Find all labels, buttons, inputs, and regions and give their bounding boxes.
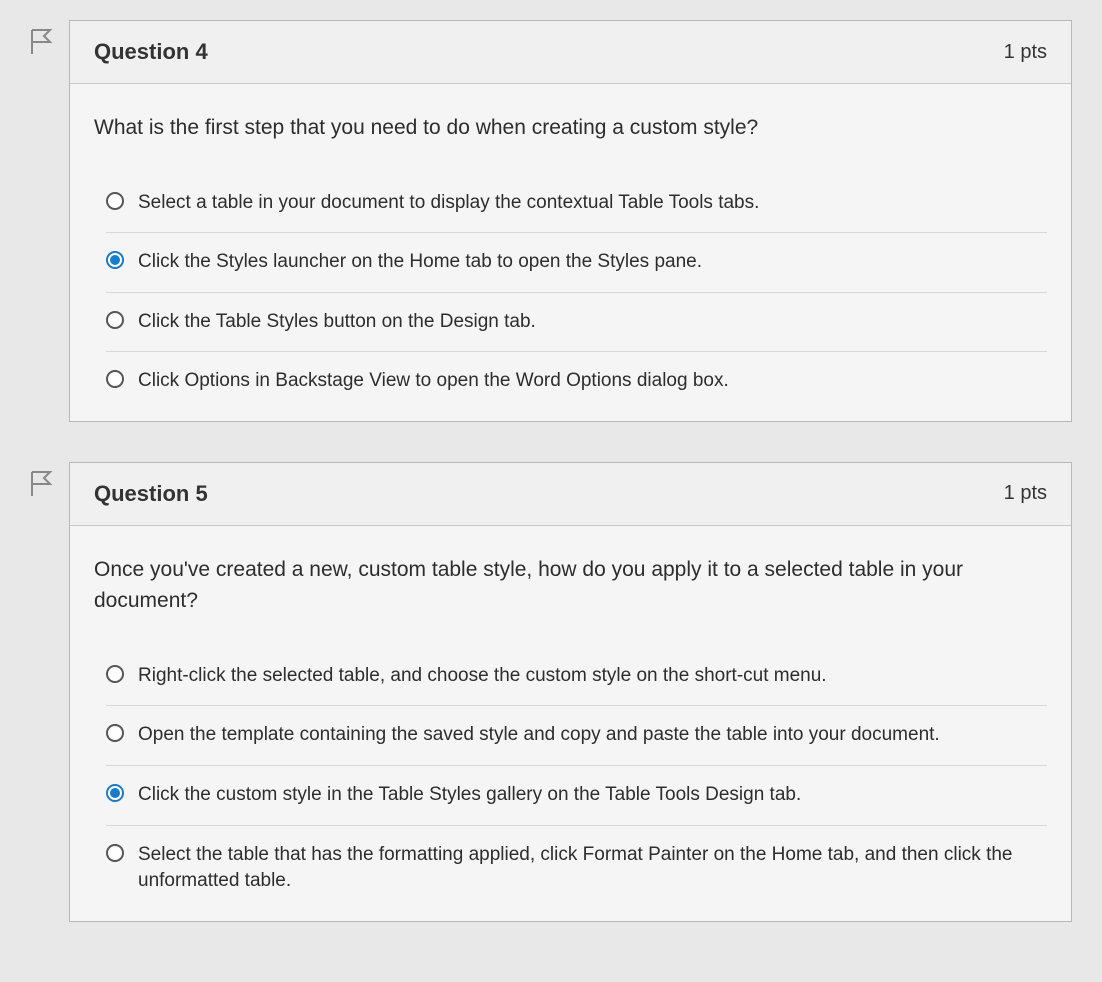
option-row[interactable]: Open the template containing the saved s… <box>106 705 1047 765</box>
question-title: Question 5 <box>94 481 208 507</box>
radio-button[interactable] <box>106 311 124 329</box>
question-body: Once you've created a new, custom table … <box>70 526 1071 921</box>
question-body: What is the first step that you need to … <box>70 84 1071 421</box>
radio-button[interactable] <box>106 370 124 388</box>
question-points: 1 pts <box>1004 41 1047 64</box>
question-prompt: What is the first step that you need to … <box>94 112 1047 144</box>
question-points: 1 pts <box>1004 482 1047 505</box>
question-4-wrapper: Question 4 1 pts What is the first step … <box>30 20 1072 422</box>
option-row[interactable]: Select a table in your document to displ… <box>106 174 1047 233</box>
radio-button[interactable] <box>106 192 124 210</box>
radio-button[interactable] <box>106 844 124 862</box>
option-text: Select a table in your document to displ… <box>138 190 759 217</box>
option-text: Open the template containing the saved s… <box>138 722 940 749</box>
flag-icon[interactable] <box>30 28 54 56</box>
option-text: Click the Table Styles button on the Des… <box>138 309 536 336</box>
option-text: Click Options in Backstage View to open … <box>138 368 729 395</box>
question-header: Question 4 1 pts <box>70 21 1071 84</box>
option-text: Select the table that has the formatting… <box>138 842 1047 895</box>
question-header: Question 5 1 pts <box>70 463 1071 526</box>
option-row[interactable]: Click Options in Backstage View to open … <box>106 351 1047 411</box>
flag-icon[interactable] <box>30 470 54 498</box>
question-5-wrapper: Question 5 1 pts Once you've created a n… <box>30 462 1072 922</box>
question-prompt: Once you've created a new, custom table … <box>94 554 1047 617</box>
radio-button[interactable] <box>106 251 124 269</box>
options-list: Right-click the selected table, and choo… <box>94 647 1047 911</box>
option-text: Click the Styles launcher on the Home ta… <box>138 249 702 276</box>
option-row[interactable]: Click the Table Styles button on the Des… <box>106 292 1047 352</box>
radio-button[interactable] <box>106 784 124 802</box>
option-text: Click the custom style in the Table Styl… <box>138 782 801 809</box>
option-row[interactable]: Click the Styles launcher on the Home ta… <box>106 232 1047 292</box>
option-row[interactable]: Select the table that has the formatting… <box>106 825 1047 911</box>
radio-button[interactable] <box>106 665 124 683</box>
question-card: Question 4 1 pts What is the first step … <box>69 20 1072 422</box>
option-row[interactable]: Right-click the selected table, and choo… <box>106 647 1047 706</box>
question-title: Question 4 <box>94 39 208 65</box>
options-list: Select a table in your document to displ… <box>94 174 1047 411</box>
radio-button[interactable] <box>106 724 124 742</box>
option-row[interactable]: Click the custom style in the Table Styl… <box>106 765 1047 825</box>
question-card: Question 5 1 pts Once you've created a n… <box>69 462 1072 922</box>
option-text: Right-click the selected table, and choo… <box>138 663 827 690</box>
